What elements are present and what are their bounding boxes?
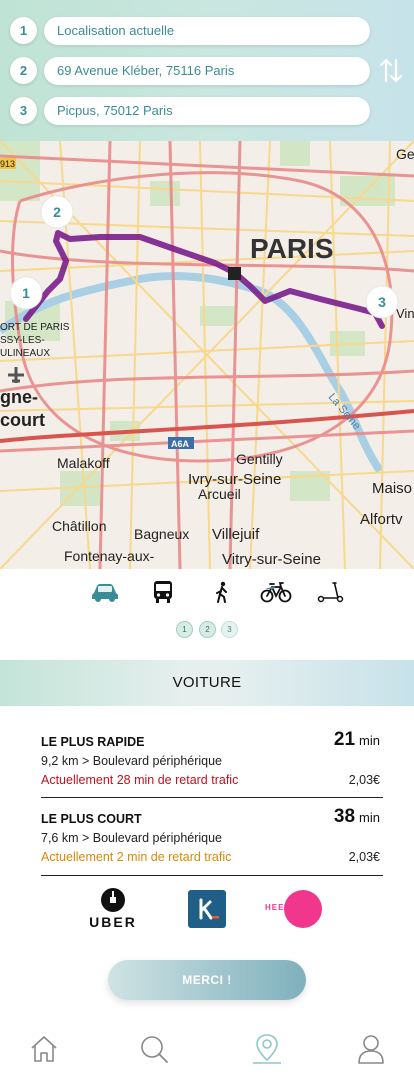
- route-map[interactable]: PARIS Malakoff Gentilly Ivry-sur-Seine A…: [0, 141, 414, 569]
- route-header: 1 Localisation actuelle 2 69 Avenue Kléb…: [0, 0, 414, 141]
- map-label-ortdeparis: ORT DE PARIS: [0, 322, 70, 333]
- divider: [41, 875, 383, 876]
- page-dot-3[interactable]: 3: [221, 621, 238, 638]
- map-marker-1-label: 1: [22, 285, 30, 301]
- stop-row-1: 1 Localisation actuelle: [10, 17, 370, 45]
- route-option-shortest[interactable]: LE PLUS COURT 7,6 km > Boulevard périphé…: [41, 806, 383, 888]
- route-option-fastest[interactable]: LE PLUS RAPIDE 9,2 km > Boulevard périph…: [41, 729, 383, 811]
- option-duration: 21 min: [334, 729, 380, 751]
- bus-icon[interactable]: [145, 578, 181, 606]
- page-indicator: 1 2 3: [0, 621, 414, 639]
- location-pin-icon[interactable]: [250, 1032, 284, 1066]
- origin-field[interactable]: Localisation actuelle: [44, 17, 370, 45]
- map-label-ge: Ge: [396, 146, 414, 162]
- map-label-villejuif: Villejuif: [212, 526, 260, 543]
- map-label-bagneux: Bagneux: [134, 526, 189, 542]
- option-title: LE PLUS RAPIDE: [41, 735, 145, 749]
- map-marker-3-label: 3: [378, 294, 386, 310]
- map-label-maiso: Maiso: [372, 480, 412, 497]
- map-label-court: court: [0, 410, 45, 430]
- stop-number-1: 1: [10, 17, 37, 44]
- map-label-issy: SSY-LES-: [0, 335, 45, 346]
- search-icon[interactable]: [137, 1032, 171, 1066]
- uber-logo[interactable]: UBER: [84, 888, 142, 930]
- stop-number-3: 3: [10, 97, 37, 124]
- walk-icon[interactable]: [204, 578, 240, 606]
- map-label-malakoff: Malakoff: [57, 455, 110, 471]
- profile-icon[interactable]: [354, 1032, 388, 1066]
- option-delay: Actuellement 28 min de retard trafic: [41, 773, 239, 787]
- option-title: LE PLUS COURT: [41, 812, 142, 826]
- uber-wordmark: UBER: [89, 914, 137, 930]
- option-duration-unit: min: [359, 733, 380, 748]
- page-dot-1[interactable]: 1: [176, 621, 193, 638]
- option-price: 2,03€: [348, 850, 380, 864]
- stop-number-2: 2: [10, 57, 37, 84]
- map-label-vin: Vin: [396, 306, 414, 321]
- map-label-913: 913: [0, 159, 15, 169]
- option-duration-unit: min: [359, 810, 380, 825]
- bottom-tab-bar: [0, 1020, 414, 1085]
- page-dot-2[interactable]: 2: [199, 621, 216, 638]
- map-label-gentilly: Gentilly: [236, 451, 283, 467]
- section-title: VOITURE: [0, 660, 414, 706]
- map-marker-3[interactable]: 3: [365, 285, 399, 319]
- map-marker-2-label: 2: [53, 204, 61, 220]
- partner-logos: UBER HEETCH: [0, 888, 414, 930]
- map-label-paris: PARIS: [250, 233, 334, 264]
- option-route: 7,6 km > Boulevard périphérique: [41, 831, 223, 845]
- car-icon[interactable]: [87, 578, 123, 606]
- option-duration-value: 38: [333, 806, 356, 827]
- divider: [41, 797, 383, 798]
- stop-row-3: 3 Picpus, 75012 Paris: [10, 97, 370, 125]
- swap-vertical-icon[interactable]: [378, 56, 404, 86]
- scooter-icon[interactable]: [313, 578, 349, 606]
- map-label-chatillon: Châtillon: [52, 518, 106, 534]
- transport-mode-bar: [0, 570, 414, 612]
- stop-row-2: 2 69 Avenue Kléber, 75116 Paris: [10, 57, 370, 85]
- heetch-wordmark: HEETCH: [265, 903, 304, 912]
- option-price: 2,03€: [348, 773, 380, 787]
- map-label-fontenay: Fontenay-aux-: [64, 548, 155, 564]
- kapten-logo[interactable]: [188, 890, 226, 928]
- map-label-gne: gne-: [0, 387, 38, 407]
- option-route: 9,2 km > Boulevard périphérique: [41, 754, 223, 768]
- map-marker-2[interactable]: 2: [40, 195, 74, 229]
- map-label-ulineaux: ULINEAUX: [0, 348, 50, 359]
- map-label-arcueil: Arcueil: [198, 486, 241, 502]
- option-duration-value: 21: [333, 729, 356, 750]
- map-label-alfortv: Alfortv: [360, 511, 403, 528]
- map-label-a6a: A6A: [171, 439, 190, 449]
- bike-icon[interactable]: [258, 578, 294, 606]
- waypoint-field[interactable]: 69 Avenue Kléber, 75116 Paris: [44, 57, 370, 85]
- option-delay: Actuellement 2 min de retard trafic: [41, 850, 232, 864]
- home-icon[interactable]: [27, 1032, 61, 1066]
- destination-field[interactable]: Picpus, 75012 Paris: [44, 97, 370, 125]
- merci-button[interactable]: MERCI !: [108, 960, 306, 1000]
- map-marker-1[interactable]: 1: [9, 276, 43, 310]
- option-duration: 38 min: [334, 806, 380, 828]
- map-label-vitry: Vitry-sur-Seine: [222, 551, 321, 568]
